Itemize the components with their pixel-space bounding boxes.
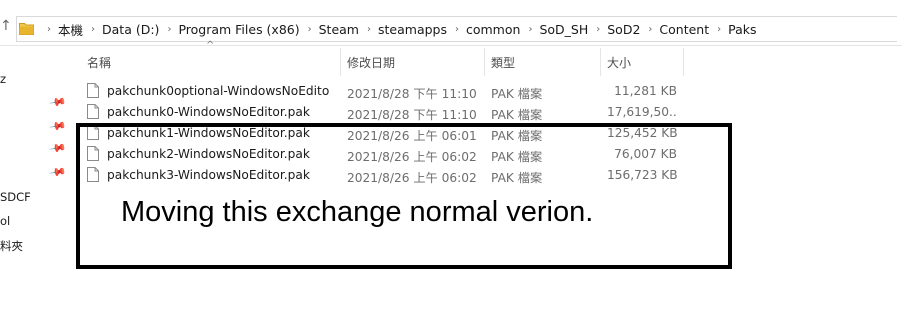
chevron-right-icon[interactable]: › — [91, 24, 95, 35]
breadcrumb-segment[interactable]: steamapps — [378, 22, 447, 37]
breadcrumb-segment[interactable]: common — [466, 22, 520, 37]
pin-icon[interactable]: 📌 — [49, 93, 68, 112]
breadcrumb-segment[interactable]: Data (D:) — [102, 22, 159, 37]
sort-ascending-icon: ^ — [206, 40, 215, 51]
chevron-right-icon[interactable]: › — [648, 24, 652, 35]
nav-item[interactable]: SDCF — [0, 190, 31, 204]
column-divider[interactable] — [340, 48, 341, 76]
chevron-right-icon[interactable]: › — [528, 24, 532, 35]
file-modified: 2021/8/28 下午 11:10 — [347, 87, 477, 101]
file-type: PAK 檔案 — [491, 87, 543, 101]
annotation-text: Moving this exchange normal verion. — [121, 196, 594, 228]
nav-edge-marker: z — [0, 72, 7, 86]
breadcrumb-segment[interactable]: Steam — [319, 22, 359, 37]
chevron-right-icon[interactable]: › — [167, 24, 171, 35]
pin-icon[interactable]: 📌 — [49, 117, 68, 136]
file-icon — [87, 104, 99, 119]
file-type: PAK 檔案 — [491, 108, 543, 122]
file-row[interactable]: pakchunk0-WindowsNoEditor.pak 2021/8/28 … — [76, 102, 716, 123]
breadcrumb-segment[interactable]: SoD2 — [607, 22, 640, 37]
chevron-right-icon[interactable]: › — [47, 24, 51, 35]
breadcrumb-segment[interactable]: SoD_SH — [539, 22, 588, 37]
column-header-size[interactable]: 大小 — [607, 54, 631, 71]
column-header-type[interactable]: 類型 — [491, 54, 515, 71]
folder-icon — [19, 20, 34, 35]
file-row[interactable]: pakchunk0optional-WindowsNoEdito... 2021… — [76, 81, 716, 102]
breadcrumb-segment[interactable]: Program Files (x86) — [178, 22, 299, 37]
chevron-right-icon[interactable]: › — [717, 24, 721, 35]
column-divider[interactable] — [683, 48, 684, 76]
file-icon — [87, 83, 99, 98]
file-modified: 2021/8/28 下午 11:10 — [347, 108, 477, 122]
navigation-pane: z 📌 📌 📌 📌 SDCF ol 料夾 — [0, 46, 70, 320]
breadcrumb: › 本機 › Data (D:) › Program Files (x86) › Steam ›… — [39, 20, 757, 39]
column-header-row: ^ 名稱 修改日期 類型 大小 — [76, 40, 688, 76]
pin-icon[interactable]: 📌 — [49, 139, 68, 158]
breadcrumb-segment[interactable]: 本機 — [58, 20, 83, 39]
file-size: 17,619,50... — [607, 105, 677, 119]
file-name: pakchunk0optional-WindowsNoEdito... — [107, 84, 329, 98]
up-arrow-icon[interactable]: ↑ — [0, 18, 12, 34]
column-header-name[interactable]: 名稱 — [87, 54, 111, 71]
breadcrumb-segment[interactable]: Content — [659, 22, 709, 37]
pin-icon[interactable]: 📌 — [49, 163, 68, 182]
column-divider[interactable] — [484, 48, 485, 76]
address-bar: ↑ › 本機 › Data (D:) › Program Files (x86) › Stea… — [0, 9, 902, 46]
file-name: pakchunk0-WindowsNoEditor.pak — [107, 105, 310, 119]
ribbon-remnant — [0, 0, 902, 8]
nav-item[interactable]: 料夾 — [0, 238, 23, 254]
nav-item[interactable]: ol — [0, 214, 10, 228]
chevron-right-icon[interactable]: › — [455, 24, 459, 35]
file-size: 11,281 KB — [614, 84, 677, 98]
column-header-modified[interactable]: 修改日期 — [347, 54, 395, 71]
chevron-right-icon[interactable]: › — [596, 24, 600, 35]
breadcrumb-segment[interactable]: Paks — [728, 22, 756, 37]
chevron-right-icon[interactable]: › — [367, 24, 371, 35]
chevron-right-icon[interactable]: › — [308, 24, 312, 35]
column-divider[interactable] — [600, 48, 601, 76]
